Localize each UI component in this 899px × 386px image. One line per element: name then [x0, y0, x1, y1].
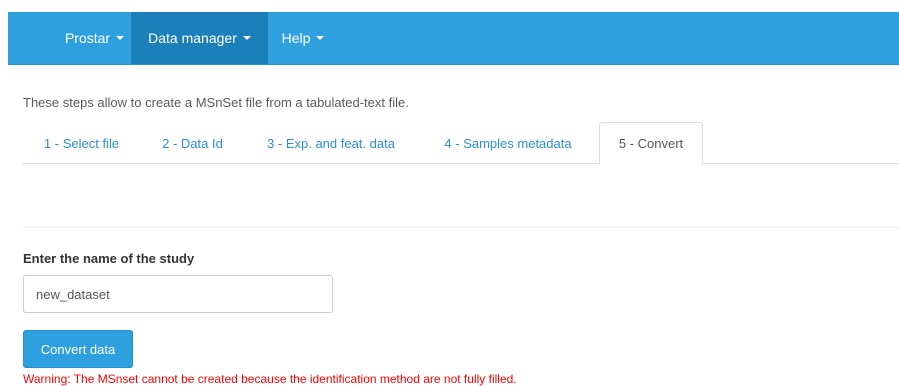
nav-menu-data-manager-label: Data manager: [148, 30, 237, 46]
tab-data-id[interactable]: 2 - Data Id: [140, 122, 245, 164]
convert-data-button[interactable]: Convert data: [23, 330, 133, 368]
study-name-input[interactable]: [23, 275, 333, 313]
caret-down-icon: [242, 36, 251, 40]
nav-menu-data-manager[interactable]: Data manager: [131, 12, 268, 64]
intro-text: These steps allow to create a MSnSet fil…: [23, 95, 409, 110]
tab-select-file[interactable]: 1 - Select file: [23, 122, 140, 164]
section-divider: [23, 227, 899, 228]
nav-menu-prostar[interactable]: Prostar: [55, 12, 134, 64]
nav-menu-prostar-label: Prostar: [64, 30, 111, 46]
tab-exp-feat-data[interactable]: 3 - Exp. and feat. data: [245, 122, 417, 164]
top-navbar: Prostar Data manager Help: [8, 12, 899, 65]
tab-convert[interactable]: 5 - Convert: [599, 122, 703, 165]
nav-menu-help[interactable]: Help: [268, 12, 338, 64]
caret-down-icon: [316, 36, 325, 40]
study-name-label: Enter the name of the study: [23, 251, 195, 266]
tab-samples-metadata[interactable]: 4 - Samples metadata: [417, 122, 599, 164]
nav-menu-help-label: Help: [281, 30, 311, 46]
warning-message: Warning: The MSnset cannot be created be…: [23, 372, 517, 386]
caret-down-icon: [116, 36, 125, 40]
step-tabs: 1 - Select file 2 - Data Id 3 - Exp. and…: [23, 122, 899, 165]
